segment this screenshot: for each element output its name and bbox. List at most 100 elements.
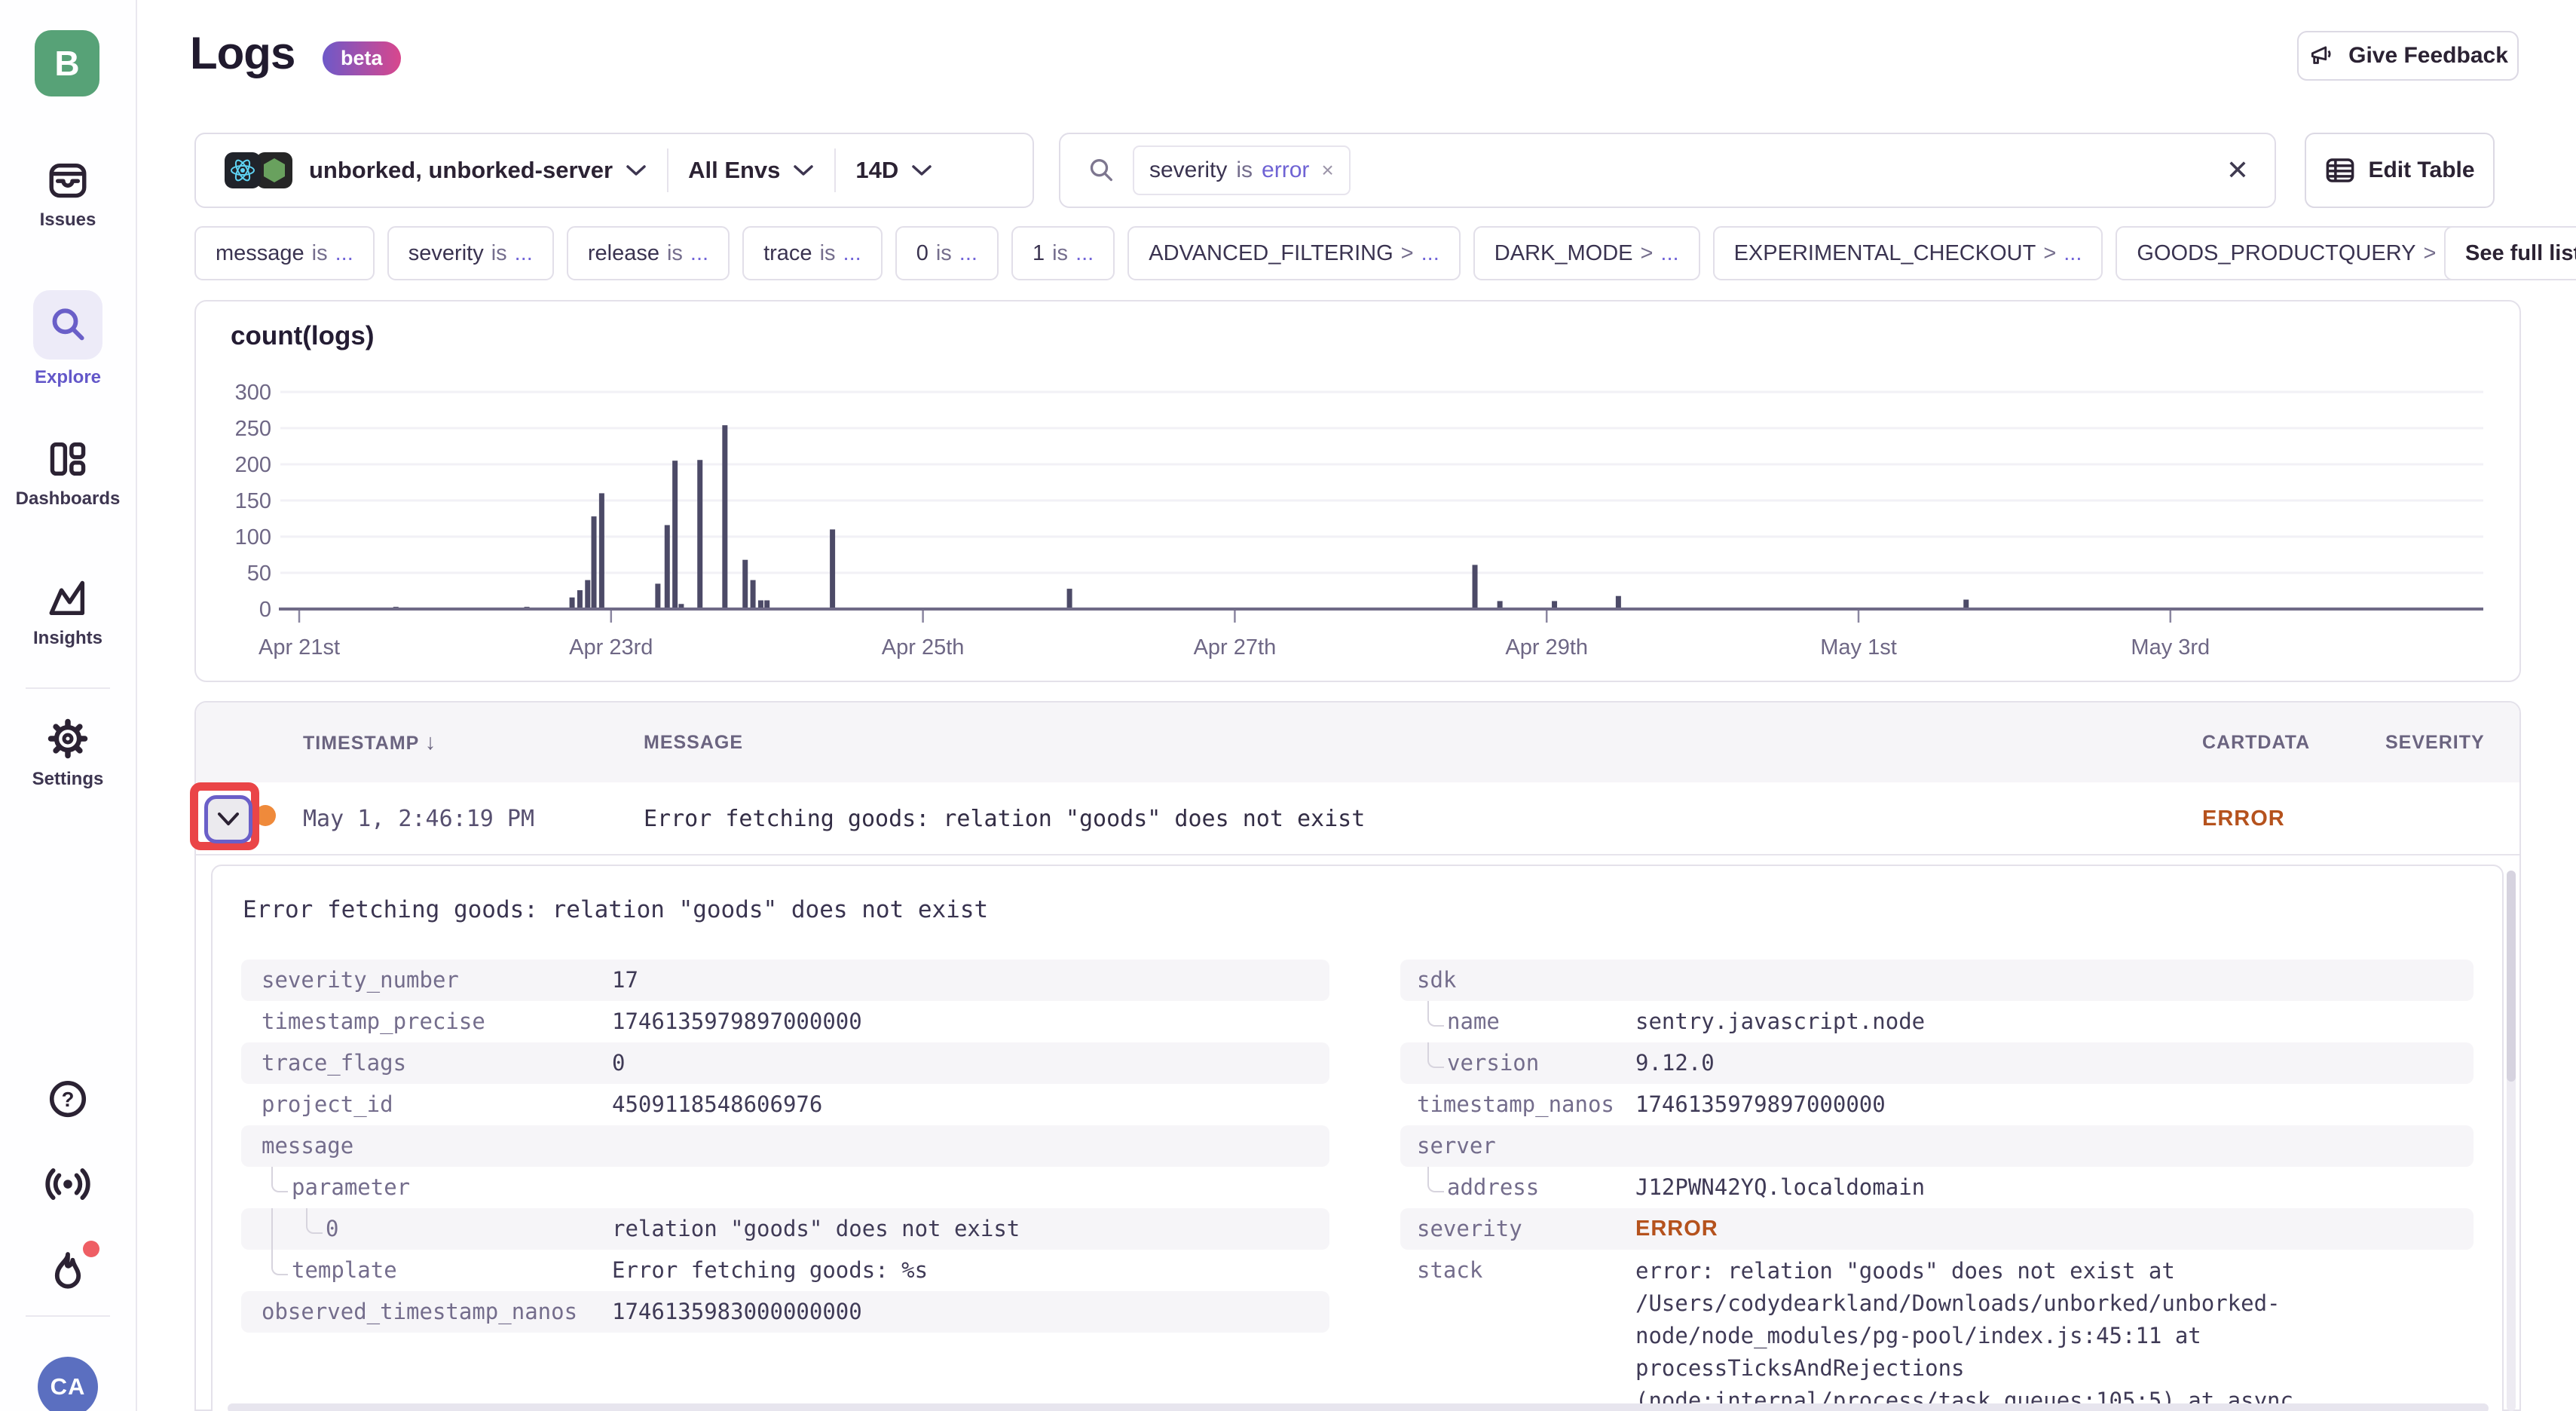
megaphone-icon [2308,41,2336,70]
react-platform-icon [225,152,261,188]
attribute-key: sdk [1417,960,1456,1001]
log-row[interactable]: May 1, 2:46:19 PM Error fetching goods: … [196,782,2519,855]
svg-text:50: 50 [247,562,271,586]
expand-row-button[interactable] [204,795,252,843]
attribute-key: timestamp_precise [262,1001,485,1042]
tree-connector [306,1208,323,1234]
quick-filter-chip[interactable]: messageis... [194,226,375,280]
tree-connector [271,1208,273,1250]
logs-count-chart: count(logs) 050100150200250300Apr 21stAp… [194,300,2521,682]
attribute-key: observed_timestamp_nanos [262,1291,577,1333]
selector-divider [834,148,836,192]
sort-desc-icon: ↓ [425,730,437,754]
column-label: TIMESTAMP [303,733,419,754]
attribute-key: 0 [326,1208,338,1250]
see-full-list-button[interactable]: See full list [2444,226,2576,280]
detail-attribute-row: severityERROR [1400,1208,2474,1250]
quick-filter-chip[interactable]: traceis... [742,226,883,280]
column-header-severity[interactable]: SEVERITY [2385,702,2485,782]
sidebar-item-settings[interactable]: Settings [0,716,136,790]
detail-attribute-row: observed_timestamp_nanos1746135983000000… [241,1291,1329,1333]
svg-text:May 3rd: May 3rd [2131,635,2210,660]
quick-filter-chip[interactable]: severityis... [387,226,554,280]
attribute-value: J12PWN42YQ.localdomain [1635,1167,1925,1208]
column-header-message[interactable]: MESSAGE [644,702,743,782]
sidebar-item-explore[interactable]: Explore [0,290,136,388]
search-filter-chip[interactable]: severity is error × [1133,145,1351,195]
sidebar-divider [26,687,110,689]
tree-connector [1427,1042,1444,1068]
attribute-key: severity_number [262,960,459,1001]
tree-connector [271,1250,288,1275]
attribute-value: 0 [612,1042,625,1084]
quick-filter-chip[interactable]: EXPERIMENTAL_CHECKOUT>... [1713,226,2103,280]
org-logo[interactable]: B [35,30,99,96]
log-message: Error fetching goods: relation "goods" d… [644,782,1365,855]
give-feedback-button[interactable]: Give Feedback [2297,31,2519,81]
notification-dot [83,1241,99,1257]
detail-attribute-row: timestamp_precise1746135979897000000 [241,1001,1329,1042]
detail-attribute-row: parameter [241,1167,1329,1208]
horizontal-scrollbar[interactable] [228,1403,2489,1411]
chevron-down-icon [216,811,241,828]
detail-attribute-row: stackerror: relation "goods" does not ex… [1400,1250,2474,1411]
quick-filter-chip[interactable]: DARK_MODE>... [1473,226,1700,280]
edit-table-button[interactable]: Edit Table [2305,133,2495,208]
column-header-cartdata[interactable]: CARTDATA [2202,702,2310,782]
sidebar-item-dashboards[interactable]: Dashboards [0,437,136,510]
broadcast-button[interactable] [0,1161,136,1207]
search-input[interactable]: severity is error × ✕ [1059,133,2276,208]
sidebar-divider [26,1315,110,1317]
bar-chart: 050100150200250300Apr 21stApr 23rdApr 25… [196,301,2519,681]
log-severity-badge: ERROR [2202,782,2285,855]
chevron-down-icon [792,164,815,177]
svg-text:250: 250 [235,417,271,441]
logs-page: B Issues Explore Dashboards [0,0,2576,1411]
attribute-value: 1746135979897000000 [1635,1084,1886,1125]
insights-icon [0,577,136,620]
attribute-key: project_id [262,1084,393,1125]
environment-selector[interactable]: All Envs [688,157,780,184]
svg-text:?: ? [62,1088,75,1111]
chip-remove-icon[interactable]: × [1321,158,1333,182]
user-avatar[interactable]: CA [38,1357,98,1411]
period-selector[interactable]: 14D [855,157,898,184]
scrollbar-thumb [2507,871,2516,1082]
attribute-value: 9.12.0 [1635,1042,1715,1084]
search-icon [1086,155,1116,185]
detail-attribute-row: sdk [1400,960,2474,1001]
detail-attribute-row: 0relation "goods" does not exist [241,1208,1329,1250]
quick-filter-chip[interactable]: 1is... [1011,226,1115,280]
explore-active-tile [33,290,102,360]
detail-attribute-row: address J12PWN42YQ.localdomain [1400,1167,2474,1208]
search-clear-icon[interactable]: ✕ [2226,134,2249,207]
sidebar-item-insights[interactable]: Insights [0,577,136,649]
chip-key: severity [1149,158,1227,183]
help-button[interactable]: ? [0,1076,136,1122]
fire-icon [44,1247,91,1294]
node-platform-icon [256,152,292,188]
attribute-key: template [292,1250,397,1291]
project-selector[interactable]: unborked, unborked-server [309,157,613,184]
log-detail-panel: Error fetching goods: relation "goods" d… [211,865,2504,1411]
column-header-timestamp[interactable]: TIMESTAMP ↓ [303,702,436,782]
project-env-period-selector: unborked, unborked-server All Envs 14D [194,133,1034,208]
quick-filter-chip[interactable]: releaseis... [567,226,730,280]
search-icon [47,304,89,346]
attribute-key: address [1447,1167,1539,1208]
sidebar-item-label: Dashboards [0,488,136,510]
give-feedback-label: Give Feedback [2348,43,2508,69]
avatar-initials: CA [50,1373,86,1400]
attribute-key: trace_flags [262,1042,406,1084]
logs-table-header: TIMESTAMP ↓ MESSAGE CARTDATA SEVERITY [196,702,2519,784]
quick-filter-chip[interactable]: GOODS_PRODUCTQUERY>... [2116,226,2483,280]
vertical-scrollbar[interactable] [2507,871,2516,1411]
dashboards-icon [0,437,136,481]
sidebar-item-issues[interactable]: Issues [0,158,136,231]
chip-value: error [1262,158,1309,183]
quick-filter-chip[interactable]: 0is... [895,226,999,280]
whats-new-button[interactable] [0,1247,136,1294]
quick-filter-chip[interactable]: ADVANCED_FILTERING>... [1127,226,1461,280]
detail-attribute-row: server [1400,1125,2474,1167]
svg-text:Apr 27th: Apr 27th [1194,635,1277,660]
